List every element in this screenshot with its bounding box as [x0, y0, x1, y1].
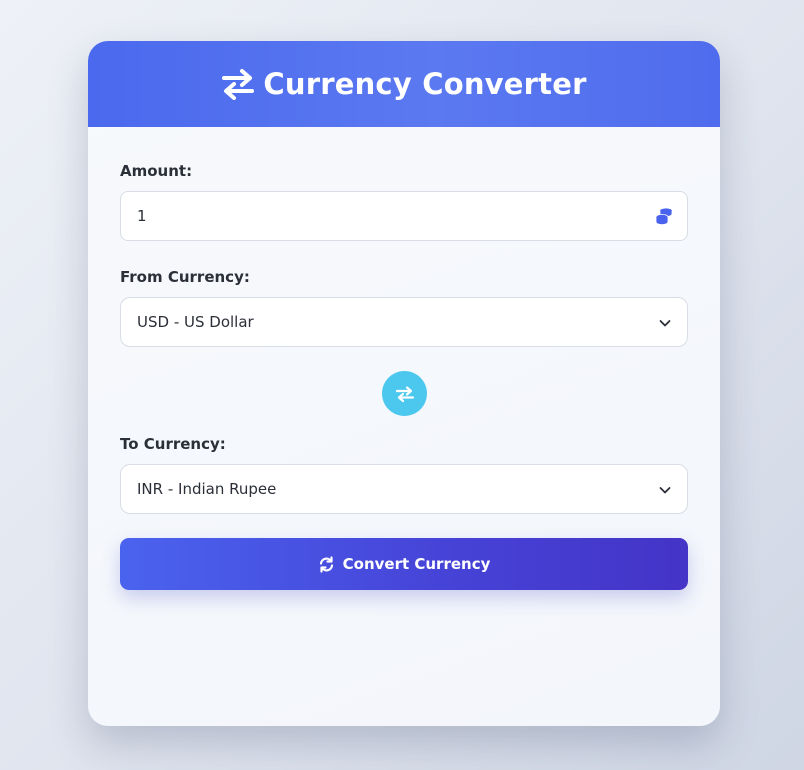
convert-button-label: Convert Currency — [342, 555, 491, 573]
coins-icon — [655, 207, 673, 225]
converter-card: Currency Converter Amount: From Currency… — [88, 41, 720, 726]
amount-field-container — [120, 191, 688, 241]
to-currency-label: To Currency: — [120, 435, 226, 453]
page-title: Currency Converter — [263, 67, 587, 101]
amount-input[interactable] — [121, 192, 655, 240]
exchange-arrows-icon — [221, 68, 255, 100]
amount-label: Amount: — [120, 162, 193, 180]
to-currency-value: INR - Indian Rupee — [137, 480, 277, 498]
chevron-down-icon — [658, 315, 672, 329]
from-currency-value: USD - US Dollar — [137, 313, 254, 331]
from-currency-label: From Currency: — [120, 268, 250, 286]
card-header: Currency Converter — [88, 41, 720, 127]
from-currency-select[interactable]: USD - US Dollar — [120, 297, 688, 347]
sync-icon — [318, 555, 335, 573]
chevron-down-icon — [658, 482, 672, 496]
to-currency-select[interactable]: INR - Indian Rupee — [120, 464, 688, 514]
convert-button[interactable]: Convert Currency — [120, 538, 688, 590]
swap-currencies-button[interactable] — [382, 371, 427, 416]
swap-arrows-icon — [395, 385, 415, 403]
